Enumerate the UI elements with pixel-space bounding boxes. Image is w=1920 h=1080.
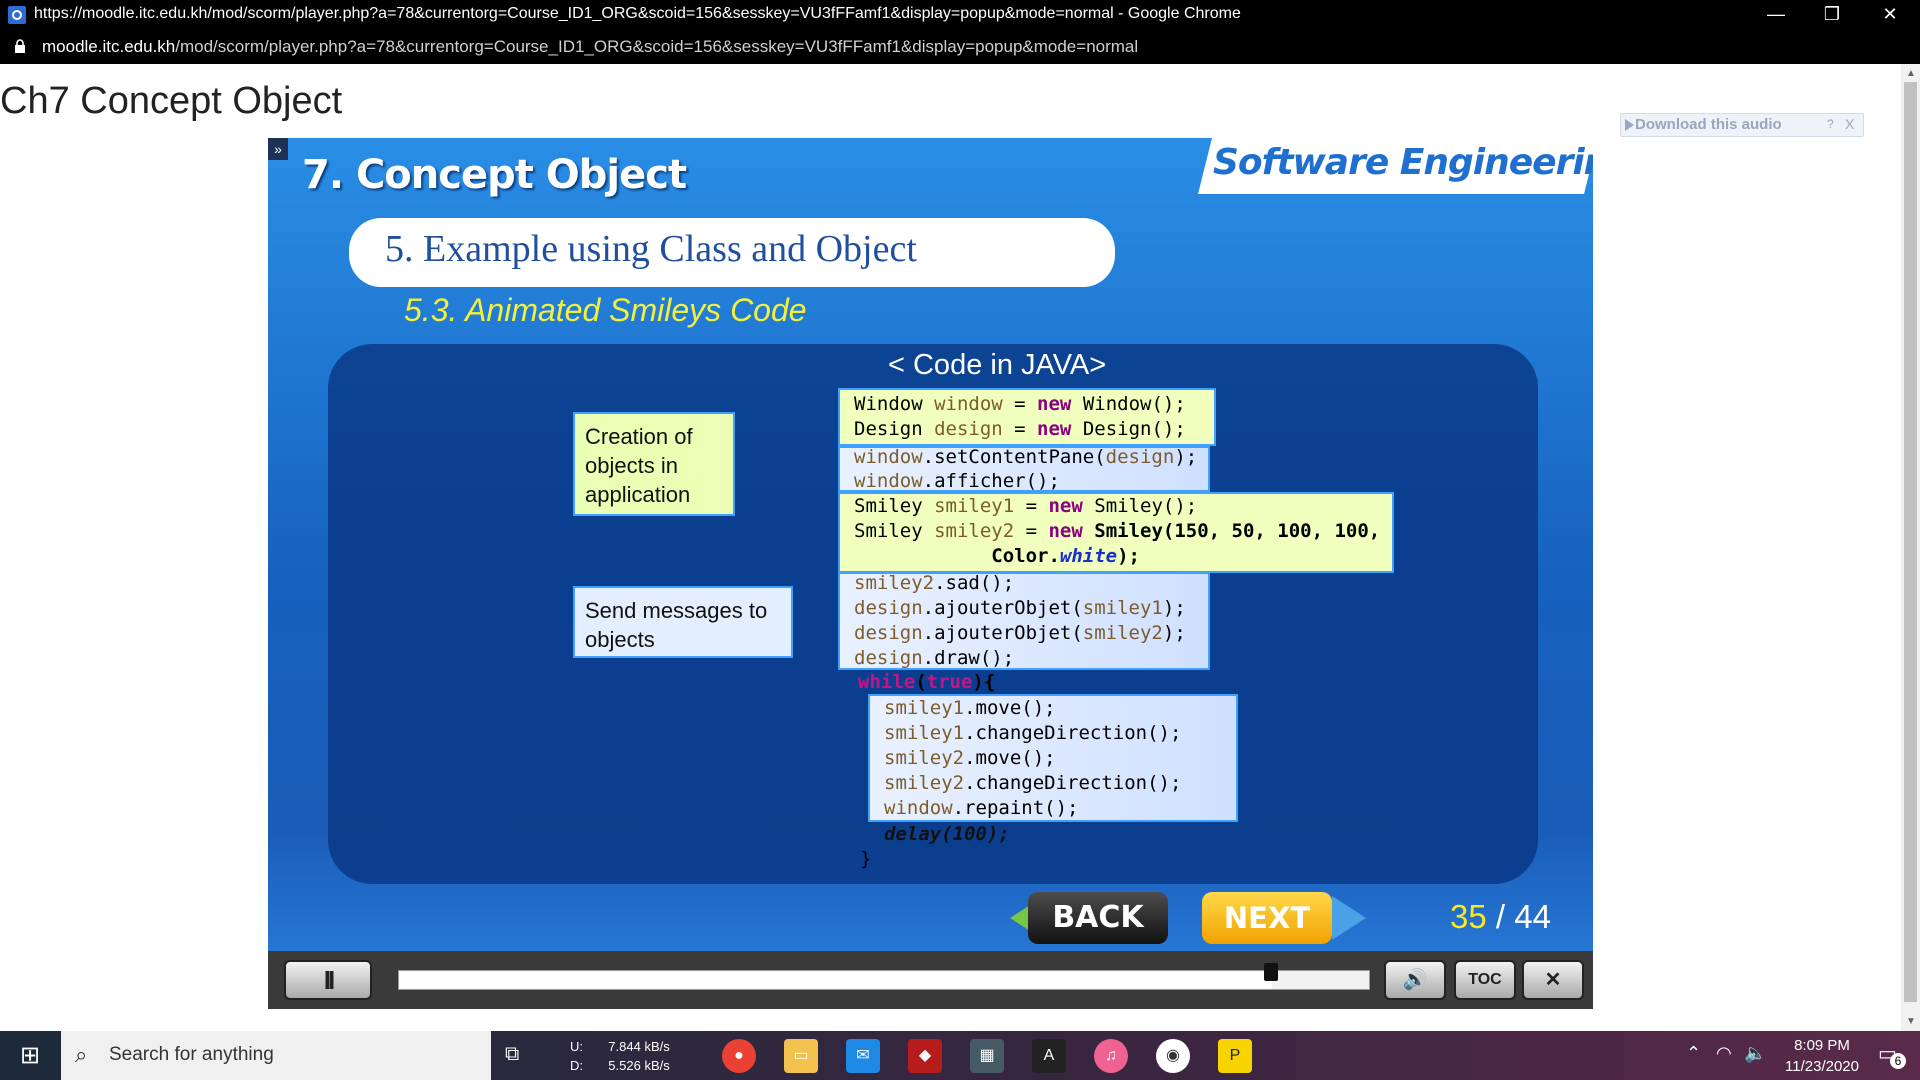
progress-fill	[399, 971, 1272, 989]
scroll-down-icon[interactable]: ▼	[1906, 1016, 1916, 1027]
window-title-bar: https://moodle.itc.edu.kh/mod/scorm/play…	[0, 0, 1920, 30]
url-path: /mod/scorm/player.php?a=78&currentorg=Co…	[175, 37, 1139, 56]
mail-icon[interactable]: ✉	[846, 1039, 880, 1073]
code-line: Smiley smiley1 = new Smiley();	[854, 495, 1198, 517]
heading-box: 5. Example using Class and Object	[349, 218, 1115, 287]
page-total: / 44	[1486, 898, 1551, 935]
url-text[interactable]: moodle.itc.edu.kh/mod/scorm/player.php?a…	[42, 37, 1138, 57]
note-creation: Creation of objects in application	[573, 412, 735, 516]
code-line-delay: delay(100);	[884, 823, 1010, 845]
code-line: window.repaint();	[884, 797, 1079, 819]
progress-bar[interactable]	[398, 970, 1370, 990]
close-player-button[interactable]: ✕	[1522, 960, 1584, 1000]
code-box-smileys: Smiley smiley1 = new Smiley(); Smiley sm…	[838, 492, 1394, 573]
code-box-loop: smiley1.move(); smiley1.changeDirection(…	[868, 694, 1238, 822]
windows-start-icon[interactable]: ⊞	[0, 1031, 60, 1080]
close-window-button[interactable]: ✕	[1862, 0, 1918, 30]
volume-icon[interactable]: 🔊	[1384, 960, 1446, 1000]
brand-text: Software Engineering	[1213, 142, 1593, 183]
taskbar: ⊞ ⌕ Search for anything ⧉ U: 7.844 kB/s …	[0, 1031, 1920, 1080]
scorm-slide: » 7. Concept Object Software Engineering…	[268, 138, 1593, 951]
play-icon	[1625, 119, 1634, 131]
code-line: design.ajouterObjet(smiley2);	[854, 622, 1186, 644]
lock-icon	[15, 39, 25, 53]
clock-time: 8:09 PM	[1794, 1037, 1850, 1054]
speaker-icon[interactable]: 🔈	[1744, 1043, 1766, 1064]
acrobat-icon[interactable]: A	[1032, 1039, 1066, 1073]
player-controls: II 🔊 TOC ✕	[268, 951, 1593, 1009]
page-favicon-icon	[8, 6, 26, 24]
page-scrollbar[interactable]: ▲ ▼	[1901, 64, 1920, 1031]
code-box-messages: smiley2.sad(); design.ajouterObjet(smile…	[838, 572, 1210, 670]
search-placeholder: Search for anything	[109, 1044, 274, 1065]
slide-title: 7. Concept Object	[302, 152, 687, 198]
wifi-icon[interactable]: ◠	[1716, 1043, 1732, 1064]
window-title: https://moodle.itc.edu.kh/mod/scorm/play…	[34, 5, 1241, 22]
clock-date: 11/23/2020	[1785, 1058, 1859, 1075]
media-player-icon[interactable]: ◉	[1156, 1039, 1190, 1073]
next-arrow-icon	[1332, 896, 1366, 940]
code-line: design.ajouterObjet(smiley1);	[854, 597, 1186, 619]
code-box-window: window.setContentPane(design); window.af…	[838, 446, 1210, 492]
slide-subheading: 5.3. Animated Smileys Code	[404, 292, 807, 328]
download-audio-button[interactable]: Download this audio ? X	[1620, 113, 1864, 137]
close-icon[interactable]: X	[1845, 116, 1854, 132]
code-line: smiley2.move();	[884, 747, 1056, 769]
code-line: smiley2.changeDirection();	[884, 772, 1182, 794]
code-line: design.draw();	[854, 647, 1015, 669]
code-line: Color.white);	[854, 545, 1140, 567]
page-counter: 35 / 44	[1450, 898, 1551, 936]
search-icon: ⌕	[75, 1042, 88, 1067]
code-line: smiley1.changeDirection();	[884, 722, 1182, 744]
code-line: window.setContentPane(design);	[854, 446, 1198, 468]
network-meter: U: 7.844 kB/s D: 5.526 kB/s	[570, 1039, 670, 1073]
back-button[interactable]: BACK	[1028, 892, 1168, 944]
code-line: Smiley smiley2 = new Smiley(150, 50, 100…	[854, 520, 1381, 542]
restore-button[interactable]: ❐	[1804, 0, 1860, 30]
store-icon[interactable]: ▦	[970, 1039, 1004, 1073]
note-messages: Send messages to objects	[573, 586, 793, 658]
notification-count: 6	[1890, 1053, 1906, 1069]
pause-button[interactable]: II	[284, 960, 372, 1000]
code-line: smiley1.move();	[884, 697, 1056, 719]
page-title: Ch7 Concept Object	[0, 80, 343, 122]
scrollbar-thumb[interactable]	[1904, 82, 1917, 1002]
code-line-close-brace: }	[860, 848, 872, 870]
url-host: moodle.itc.edu.kh	[42, 37, 176, 56]
pandora-app-icon[interactable]: P	[1218, 1039, 1252, 1073]
address-bar[interactable]: moodle.itc.edu.kh/mod/scorm/player.php?a…	[0, 30, 1920, 64]
next-button[interactable]: NEXT	[1202, 892, 1332, 944]
file-explorer-icon[interactable]: ▭	[784, 1039, 818, 1073]
download-audio-label: Download this audio	[1635, 116, 1782, 133]
code-heading: < Code in JAVA>	[888, 349, 1107, 381]
game-app-icon[interactable]: ◆	[908, 1039, 942, 1073]
scroll-up-icon[interactable]: ▲	[1906, 68, 1916, 79]
code-line: smiley2.sad();	[854, 572, 1015, 594]
taskbar-search[interactable]: ⌕ Search for anything	[61, 1031, 491, 1080]
code-box-creation: Window window = new Window(); Design des…	[838, 388, 1216, 446]
progress-handle[interactable]	[1264, 963, 1278, 981]
slide-heading: 5. Example using Class and Object	[385, 228, 917, 270]
code-line-while: while(true){	[858, 671, 996, 693]
minimize-button[interactable]: —	[1748, 0, 1804, 30]
chrome-icon[interactable]: ●	[722, 1039, 756, 1073]
music-icon[interactable]: ♫	[1094, 1039, 1128, 1073]
task-view-icon[interactable]: ⧉	[505, 1043, 519, 1066]
code-line: Window window = new Window();	[854, 393, 1186, 415]
page-current: 35	[1450, 898, 1487, 935]
help-icon[interactable]: ?	[1827, 117, 1834, 131]
system-clock[interactable]: 8:09 PM 11/23/2020	[1772, 1035, 1872, 1077]
code-line: Design design = new Design();	[854, 418, 1186, 440]
toc-button[interactable]: TOC	[1454, 960, 1516, 1000]
expand-toc-toggle[interactable]: »	[268, 138, 288, 160]
code-line: window.afficher();	[854, 470, 1060, 492]
show-hidden-icons-icon[interactable]: ⌃	[1686, 1043, 1701, 1064]
